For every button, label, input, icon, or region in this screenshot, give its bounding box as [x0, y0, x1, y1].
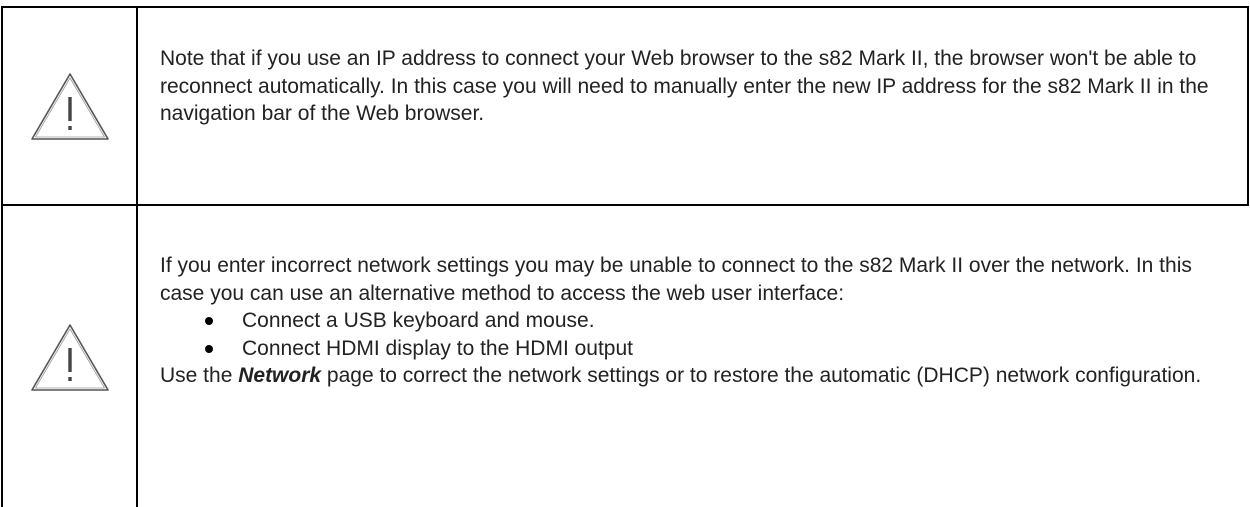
table-border-right — [1247, 6, 1249, 206]
note-2-outro: Use the Network page to correct the netw… — [160, 362, 1240, 390]
note-1-text: Note that if you use an IP address to co… — [160, 47, 1209, 125]
table-border-top — [1, 6, 1249, 8]
table-row-divider — [1, 204, 1249, 206]
note-2-icon-cell — [3, 206, 136, 507]
note-2-text-cell: If you enter incorrect network settings … — [160, 252, 1240, 390]
list-item: Connect a USB keyboard and mouse. — [202, 307, 1240, 335]
note-1-icon-cell — [3, 8, 136, 204]
outro-prefix: Use the — [160, 364, 239, 387]
bullet-dot-icon — [205, 317, 213, 325]
table-column-divider — [136, 6, 138, 507]
list-item: Connect HDMI display to the HDMI output — [202, 335, 1240, 363]
note-2-bullet-list: Connect a USB keyboard and mouse. Connec… — [160, 307, 1240, 362]
bullet-text: Connect HDMI display to the HDMI output — [242, 336, 634, 360]
notes-table: Note that if you use an IP address to co… — [0, 0, 1250, 507]
warning-triangle-icon — [30, 73, 109, 140]
bullet-text: Connect a USB keyboard and mouse. — [242, 309, 595, 332]
warning-triangle-icon — [30, 323, 109, 391]
outro-suffix: page to correct the network settings or … — [321, 364, 1202, 387]
note-1-text-cell: Note that if you use an IP address to co… — [160, 45, 1240, 128]
note-2-intro: If you enter incorrect network settings … — [160, 254, 1192, 305]
bullet-dot-icon — [205, 344, 213, 353]
network-page-name: Network — [238, 364, 322, 387]
